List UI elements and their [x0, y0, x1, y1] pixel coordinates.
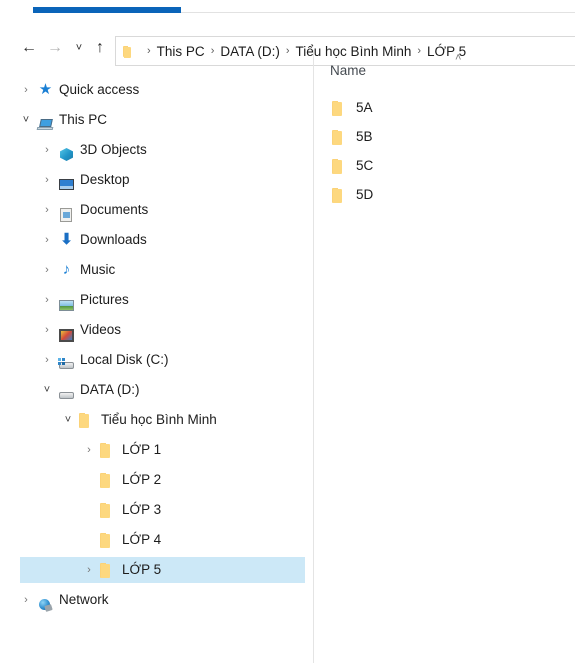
sidebar-item-3d-objects[interactable]: › 3D Objects: [0, 137, 312, 163]
file-item-label: 5D: [356, 187, 374, 203]
address-bar: ← → ˅ ↑ › This PC › DATA (D:) › Tiểu học Bình…: [0, 18, 575, 66]
sidebar-item-label: 3D Objects: [80, 142, 147, 158]
3d-objects-icon: [58, 147, 75, 163]
music-icon: ♪: [62, 261, 71, 278]
chevron-right-icon[interactable]: ›: [81, 444, 97, 456]
sidebar-item-desktop[interactable]: › Desktop: [0, 167, 312, 193]
column-header-name[interactable]: Name: [330, 64, 366, 78]
sidebar-item-l-p-3[interactable]: LỚP 3: [0, 497, 312, 523]
chevron-right-icon[interactable]: ›: [39, 234, 55, 246]
sidebar-item-label: Quick access: [59, 82, 140, 98]
sidebar-item-label: This PC: [59, 112, 108, 128]
sidebar-item-label: DATA (D:): [80, 382, 140, 398]
star-icon: ★: [38, 81, 53, 98]
sidebar-item-label: Desktop: [80, 172, 130, 188]
folder-icon: [332, 129, 349, 145]
sidebar-item-l-p-1[interactable]: › LỚP 1: [0, 437, 312, 463]
sidebar-item-network[interactable]: › Network: [0, 587, 312, 613]
videos-icon: [58, 327, 75, 343]
chevron-right-icon[interactable]: ›: [39, 324, 55, 336]
file-item-label: 5B: [356, 129, 373, 145]
sidebar-item-label: LỚP 2: [122, 472, 162, 488]
sort-ascending-icon[interactable]: ˄: [455, 53, 461, 64]
pictures-icon: [58, 297, 75, 313]
sidebar-item-documents[interactable]: › Documents: [0, 197, 312, 223]
this-pc-icon: [36, 117, 54, 133]
folder-icon: [332, 100, 349, 116]
chevron-right-icon[interactable]: ›: [18, 594, 34, 606]
sidebar-item-label: LỚP 3: [122, 502, 162, 518]
downloads-icon: ⬇: [60, 231, 73, 248]
documents-icon: [58, 207, 75, 223]
folder-icon: [100, 502, 117, 518]
navigation-pane: › ★ Quick access ˅ This PC › 3D Objects › Deskto…: [0, 50, 312, 663]
list-item[interactable]: 5C: [314, 153, 575, 179]
sidebar-item-label: Local Disk (C:): [80, 352, 169, 368]
system-drive-icon: [58, 357, 75, 373]
sidebar-item-label: Videos: [80, 322, 122, 338]
chevron-right-icon[interactable]: ›: [39, 294, 55, 306]
folder-icon: [332, 158, 349, 174]
sidebar-item-this-pc[interactable]: ˅ This PC: [0, 107, 312, 133]
sidebar-item-label: Pictures: [80, 292, 129, 308]
chevron-right-icon[interactable]: ›: [81, 564, 97, 576]
folder-icon: [100, 472, 117, 488]
chevron-right-icon[interactable]: ›: [39, 204, 55, 216]
drive-icon: [58, 387, 75, 403]
sidebar-item-quick-access[interactable]: › ★ Quick access: [0, 77, 312, 103]
list-item[interactable]: 5D: [314, 182, 575, 208]
sidebar-item-label: Tiểu học Bình Minh: [101, 412, 217, 428]
chevron-right-icon[interactable]: ›: [39, 174, 55, 186]
sidebar-item-label: LỚP 4: [122, 532, 162, 548]
selection-highlight: [20, 557, 305, 583]
sidebar-item-label: Music: [80, 262, 116, 278]
folder-icon: [100, 532, 117, 548]
chevron-right-icon[interactable]: ›: [18, 84, 34, 96]
sidebar-item-label: Documents: [80, 202, 149, 218]
folder-icon: [100, 562, 117, 578]
file-item-label: 5C: [356, 158, 374, 174]
sidebar-item-label: Network: [59, 592, 109, 608]
sidebar-item-ti-u-h-c-b-nh-minh[interactable]: ˅ Tiểu học Bình Minh: [0, 407, 312, 433]
desktop-icon: [58, 177, 75, 193]
folder-icon: [332, 187, 349, 203]
sidebar-item-label: Downloads: [80, 232, 147, 248]
active-ribbon-tab-indicator[interactable]: [33, 7, 181, 13]
sidebar-item-pictures[interactable]: › Pictures: [0, 287, 312, 313]
sidebar-item-l-p-2[interactable]: LỚP 2: [0, 467, 312, 493]
sidebar-item-downloads[interactable]: › ⬇ Downloads: [0, 227, 312, 253]
list-item[interactable]: 5A: [314, 95, 575, 121]
sidebar-item-label: LỚP 1: [122, 442, 162, 458]
folder-icon: [100, 442, 117, 458]
sidebar-item-l-p-4[interactable]: LỚP 4: [0, 527, 312, 553]
sidebar-item-local-disk-c[interactable]: › Local Disk (C:): [0, 347, 312, 373]
sidebar-item-l-p-5[interactable]: › LỚP 5: [0, 557, 312, 583]
chevron-down-icon[interactable]: ˅: [60, 414, 76, 426]
network-icon: [37, 597, 54, 613]
sidebar-item-videos[interactable]: › Videos: [0, 317, 312, 343]
file-list-pane: ˄ Name 5A 5B 5C 5D: [314, 50, 575, 663]
chevron-right-icon[interactable]: ›: [39, 264, 55, 276]
sidebar-item-music[interactable]: › ♪ Music: [0, 257, 312, 283]
sidebar-item-data-d[interactable]: ˅ DATA (D:): [0, 377, 312, 403]
chevron-down-icon[interactable]: ˅: [18, 114, 34, 126]
list-item[interactable]: 5B: [314, 124, 575, 150]
chevron-right-icon[interactable]: ›: [39, 354, 55, 366]
folder-icon: [79, 412, 96, 428]
file-item-label: 5A: [356, 100, 373, 116]
ribbon-tab-strip: [0, 0, 575, 18]
chevron-down-icon[interactable]: ˅: [39, 384, 55, 396]
chevron-right-icon[interactable]: ›: [39, 144, 55, 156]
sidebar-item-label: LỚP 5: [122, 562, 162, 578]
